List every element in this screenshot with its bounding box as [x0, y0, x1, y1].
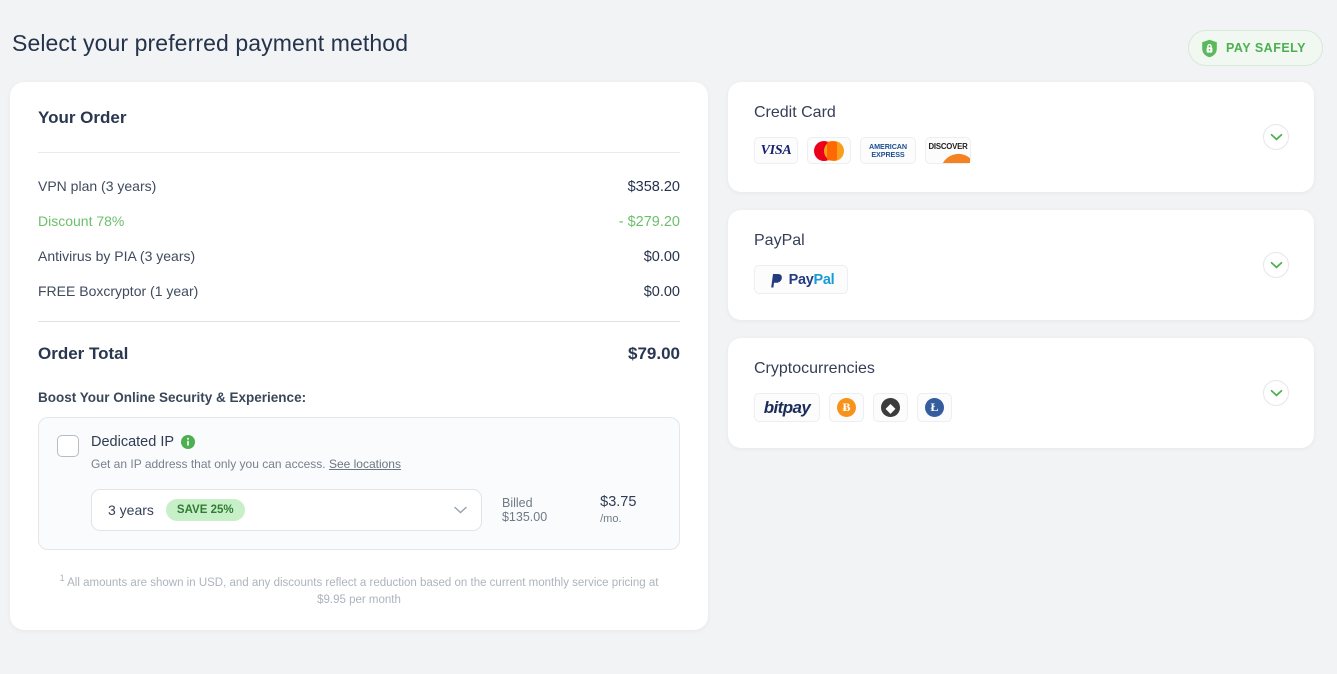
dedicated-ip-title: Dedicated IP	[91, 434, 401, 450]
table-row: Discount 78% - $279.20	[38, 204, 680, 239]
payment-method-paypal[interactable]: PayPal PayPal	[728, 210, 1314, 320]
order-item-amount: $0.00	[643, 284, 680, 300]
payment-method-title: Credit Card	[754, 104, 836, 121]
order-item-amount: - $279.20	[618, 214, 680, 230]
order-item-amount: $0.00	[643, 249, 680, 265]
see-locations-link[interactable]: See locations	[329, 457, 401, 471]
addon-panel: Dedicated IP Get an IP address that only…	[38, 417, 680, 550]
mastercard-logo	[807, 137, 851, 164]
order-item-label: VPN plan (3 years)	[38, 178, 157, 194]
order-total-label: Order Total	[38, 344, 129, 363]
order-total-amount: $79.00	[628, 344, 680, 363]
expand-cryptocurrencies-button[interactable]	[1263, 380, 1289, 406]
order-item-amount: $358.20	[627, 179, 680, 195]
expand-paypal-button[interactable]	[1263, 252, 1289, 278]
card-logo-row: bitpay Ƀ ◆ Ł	[754, 393, 1288, 422]
chevron-down-icon	[1270, 389, 1283, 397]
footnote: 1 All amounts are shown in USD, and any …	[38, 572, 680, 609]
page-title: Select your preferred payment method	[12, 30, 409, 56]
info-circle-icon[interactable]	[181, 435, 196, 449]
table-row: VPN plan (3 years) $358.20	[38, 169, 680, 204]
order-summary-card: Your Order VPN plan (3 years) $358.20 Di…	[10, 82, 708, 630]
pay-safely-label: PAY SAFELY	[1225, 41, 1306, 55]
payment-method-credit-card[interactable]: Credit Card VISA AMERICAN EXPRESS DISCOV…	[728, 82, 1314, 192]
order-item-label: Discount 78%	[38, 213, 125, 229]
payment-method-title: Cryptocurrencies	[754, 360, 875, 377]
order-total-row: Order Total $79.00	[38, 340, 680, 364]
shield-lock-icon	[1201, 39, 1218, 58]
footnote-marker: 1	[59, 572, 65, 583]
visa-logo: VISA	[754, 137, 798, 164]
litecoin-logo: Ł	[917, 393, 952, 422]
monthly-price-value: $3.75	[600, 493, 637, 510]
ethereum-logo: ◆	[873, 393, 908, 422]
dedicated-ip-description: Get an IP address that only you can acce…	[91, 456, 401, 473]
payment-method-title: PayPal	[754, 232, 805, 249]
save-badge: SAVE 25%	[165, 498, 245, 521]
expand-credit-card-button[interactable]	[1263, 124, 1289, 150]
chevron-down-icon	[454, 506, 467, 514]
card-logo-row: PayPal	[754, 265, 1288, 294]
amex-logo: AMERICAN EXPRESS	[860, 137, 916, 164]
table-row: Antivirus by PIA (3 years) $0.00	[38, 239, 680, 274]
monthly-price: $3.75 /mo.	[600, 494, 661, 526]
card-logo-row: VISA AMERICAN EXPRESS DISCOVER	[754, 137, 1288, 164]
dedicated-ip-checkbox[interactable]	[57, 435, 79, 457]
order-item-label: FREE Boxcryptor (1 year)	[38, 283, 199, 299]
monthly-price-suffix: /mo.	[600, 512, 622, 525]
payment-method-cryptocurrencies[interactable]: Cryptocurrencies bitpay Ƀ ◆ Ł	[728, 338, 1314, 448]
bitcoin-logo: Ƀ	[829, 393, 864, 422]
billed-amount: Billed $135.00	[501, 495, 548, 524]
term-select-value: 3 years	[108, 501, 154, 518]
order-item-label: Antivirus by PIA (3 years)	[38, 248, 196, 264]
divider	[38, 321, 680, 322]
table-row: FREE Boxcryptor (1 year) $0.00	[38, 274, 680, 309]
order-heading: Your Order	[38, 108, 127, 127]
footnote-text: All amounts are shown in USD, and any di…	[67, 576, 659, 606]
paypal-glyph-icon	[770, 274, 782, 288]
description-text: Get an IP address that only you can acce…	[91, 457, 326, 471]
addon-term-row: 3 years SAVE 25% Billed $135.00 $3.75 /m…	[57, 488, 661, 531]
chevron-down-icon	[1270, 133, 1283, 141]
bitpay-logo: bitpay	[754, 393, 820, 422]
chevron-down-icon	[1270, 261, 1283, 269]
checkout-page: Select your preferred payment method PAY…	[0, 0, 1337, 674]
divider	[38, 152, 680, 153]
paypal-logo: PayPal	[754, 265, 848, 294]
pay-safely-badge: PAY SAFELY	[1187, 30, 1323, 66]
discover-logo: DISCOVER	[925, 137, 971, 164]
boost-section-label: Boost Your Online Security & Experience:	[38, 390, 307, 405]
dedicated-ip-label: Dedicated IP	[91, 434, 175, 450]
term-select[interactable]: 3 years SAVE 25%	[91, 488, 482, 531]
